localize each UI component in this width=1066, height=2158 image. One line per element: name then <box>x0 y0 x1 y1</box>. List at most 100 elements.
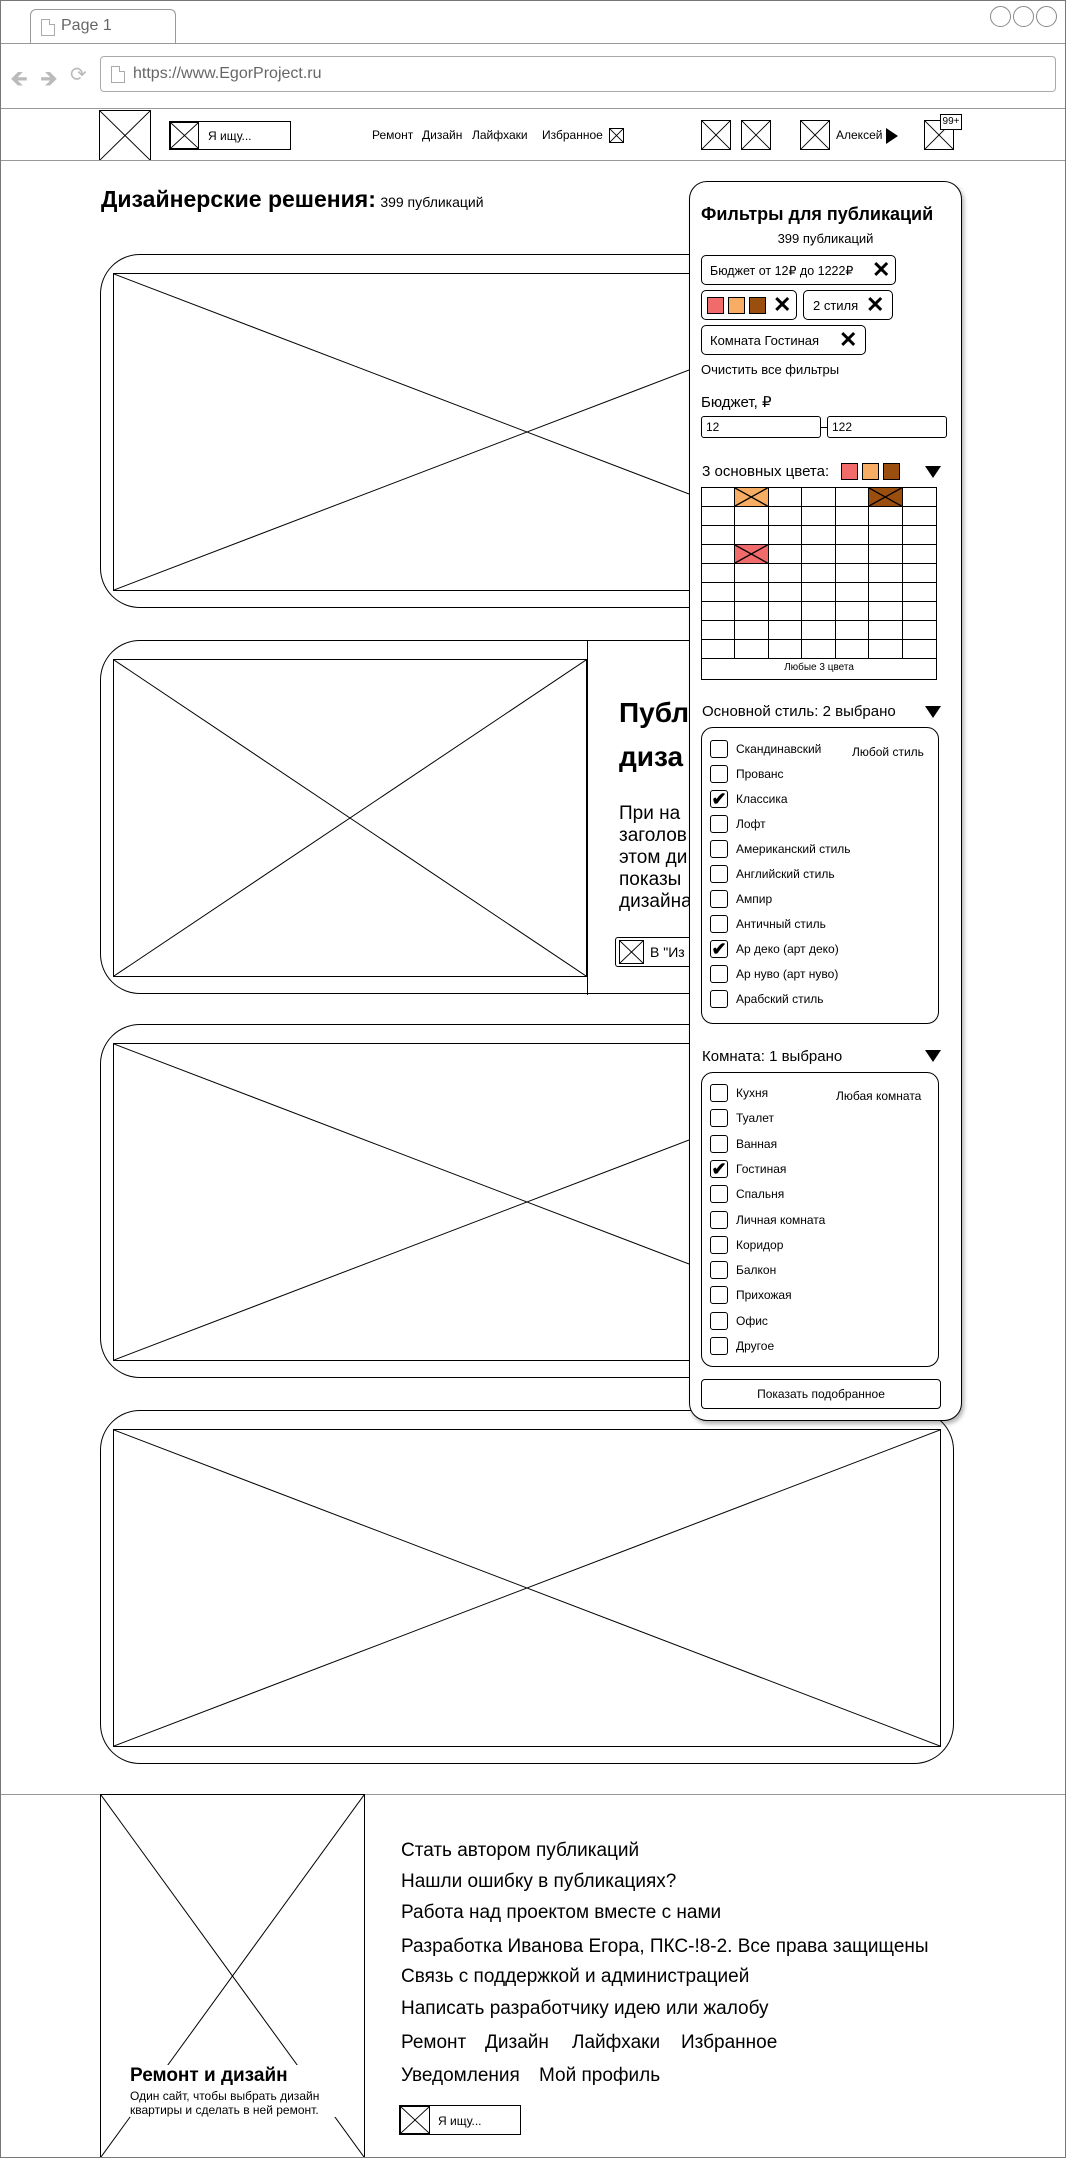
color-cell[interactable] <box>735 621 769 640</box>
color-cell[interactable] <box>869 583 903 602</box>
color-cell[interactable] <box>902 488 936 507</box>
window-button-2[interactable] <box>1013 6 1034 27</box>
color-cell[interactable] <box>835 602 870 621</box>
checkbox-icon[interactable] <box>710 1134 728 1153</box>
color-cell[interactable] <box>902 545 936 564</box>
checkbox-icon[interactable] <box>710 815 728 833</box>
footer-nav-design[interactable]: Дизайн <box>485 2032 549 2054</box>
footer-link-become-author[interactable]: Стать автором публикаций <box>401 1840 639 1862</box>
color-cell[interactable] <box>902 526 936 545</box>
color-cell[interactable] <box>768 488 803 507</box>
budget-from-input[interactable] <box>701 416 821 438</box>
color-cell[interactable] <box>802 564 836 583</box>
color-cell[interactable] <box>735 526 769 545</box>
color-cell[interactable] <box>835 507 870 526</box>
color-cell[interactable] <box>869 526 903 545</box>
checkbox-icon[interactable] <box>710 1185 728 1204</box>
color-cell[interactable] <box>702 564 736 583</box>
color-cell[interactable] <box>735 583 769 602</box>
footer-nav-notifications[interactable]: Уведомления <box>401 2065 520 2087</box>
checkbox-icon[interactable] <box>710 1235 728 1254</box>
color-cell[interactable] <box>802 488 836 507</box>
checkbox-icon[interactable] <box>710 840 728 858</box>
color-cell[interactable] <box>702 526 736 545</box>
color-cell[interactable] <box>768 640 803 659</box>
color-cell[interactable] <box>869 621 903 640</box>
checkbox-icon[interactable] <box>710 1084 728 1102</box>
color-cell[interactable] <box>802 602 836 621</box>
chip-colors[interactable]: ✕ <box>701 290 797 320</box>
color-cell[interactable] <box>802 621 836 640</box>
footer-link-support[interactable]: Связь с поддержкой и администрацией <box>401 1966 749 1988</box>
checkbox-icon[interactable] <box>710 915 728 933</box>
color-cell[interactable] <box>902 583 936 602</box>
color-cell-selected[interactable] <box>735 488 769 507</box>
reload-icon[interactable]: ⟳ <box>70 62 87 87</box>
footer-link-work-with-us[interactable]: Работа над проектом вместе с нами <box>401 1902 721 1924</box>
any-room-link[interactable]: Любая комната <box>836 1089 921 1103</box>
color-cell[interactable] <box>735 602 769 621</box>
color-cell[interactable] <box>702 488 736 507</box>
color-cell[interactable] <box>835 640 870 659</box>
checkbox-icon[interactable] <box>710 1286 728 1305</box>
color-cell[interactable] <box>869 602 903 621</box>
color-cell[interactable] <box>768 564 803 583</box>
remove-budget-icon[interactable]: ✕ <box>872 259 890 281</box>
color-cell[interactable] <box>835 621 870 640</box>
color-cell[interactable] <box>735 640 769 659</box>
user-avatar[interactable] <box>800 120 830 150</box>
color-cell[interactable] <box>835 564 870 583</box>
header-icon-2[interactable] <box>741 120 771 150</box>
nav-remont[interactable]: Ремонт <box>372 128 413 142</box>
checkbox-icon[interactable] <box>710 740 728 758</box>
checkbox-icon[interactable] <box>710 765 728 783</box>
color-cell[interactable] <box>768 545 803 564</box>
color-cell[interactable] <box>702 507 736 526</box>
color-cell-selected[interactable] <box>869 488 903 507</box>
publication-card-4[interactable] <box>100 1410 954 1764</box>
color-cell[interactable] <box>835 545 870 564</box>
checkbox-icon[interactable] <box>710 1210 728 1229</box>
browser-tab[interactable]: Page 1 <box>30 9 176 43</box>
color-cell[interactable] <box>735 507 769 526</box>
clear-all-filters-link[interactable]: Очистить все фильтры <box>701 362 839 377</box>
checkbox-icon[interactable] <box>710 990 728 1008</box>
color-cell[interactable] <box>702 640 736 659</box>
checkbox-checked-icon[interactable]: ✔ <box>710 790 728 808</box>
user-menu-arrow-icon[interactable] <box>886 128 898 144</box>
checkbox-checked-icon[interactable]: ✔ <box>710 940 728 958</box>
window-button-1[interactable] <box>990 6 1011 27</box>
site-logo-image[interactable] <box>99 110 151 161</box>
checkbox-icon[interactable] <box>710 1311 728 1330</box>
nav-lifehacks[interactable]: Лайфхаки <box>472 128 528 142</box>
room-toggle-arrow-icon[interactable] <box>925 1050 941 1062</box>
color-cell[interactable] <box>802 507 836 526</box>
nav-favorites[interactable]: Избранное <box>542 128 603 142</box>
color-cell[interactable] <box>802 640 836 659</box>
footer-nav-lifehacks[interactable]: Лайфхаки <box>572 2032 660 2054</box>
footer-link-report-error[interactable]: Нашли ошибку в публикациях? <box>401 1871 676 1893</box>
color-cell[interactable] <box>902 602 936 621</box>
color-cell[interactable] <box>869 640 903 659</box>
nav-design[interactable]: Дизайн <box>422 128 462 142</box>
color-cell[interactable] <box>869 507 903 526</box>
color-cell[interactable] <box>702 545 736 564</box>
color-cell[interactable] <box>702 583 736 602</box>
show-results-button[interactable]: Показать подобранное <box>701 1379 941 1409</box>
chip-styles[interactable]: 2 стиля ✕ <box>803 290 893 320</box>
color-cell[interactable] <box>802 583 836 602</box>
back-icon[interactable]: 🡸 <box>10 62 28 100</box>
chip-room[interactable]: Комната Гостиная ✕ <box>701 325 866 355</box>
color-cell[interactable] <box>702 621 736 640</box>
color-cell[interactable] <box>869 564 903 583</box>
footer-nav-remont[interactable]: Ремонт <box>401 2032 466 2054</box>
checkbox-icon[interactable] <box>710 890 728 908</box>
checkbox-icon[interactable] <box>710 965 728 983</box>
color-cell[interactable] <box>869 545 903 564</box>
color-cell[interactable] <box>768 621 803 640</box>
any-colors-label[interactable]: Любые 3 цвета <box>702 662 936 673</box>
color-cell[interactable] <box>768 583 803 602</box>
favorites-icon[interactable] <box>609 128 624 143</box>
remove-room-icon[interactable]: ✕ <box>839 329 857 351</box>
color-cell-selected[interactable] <box>735 545 769 564</box>
